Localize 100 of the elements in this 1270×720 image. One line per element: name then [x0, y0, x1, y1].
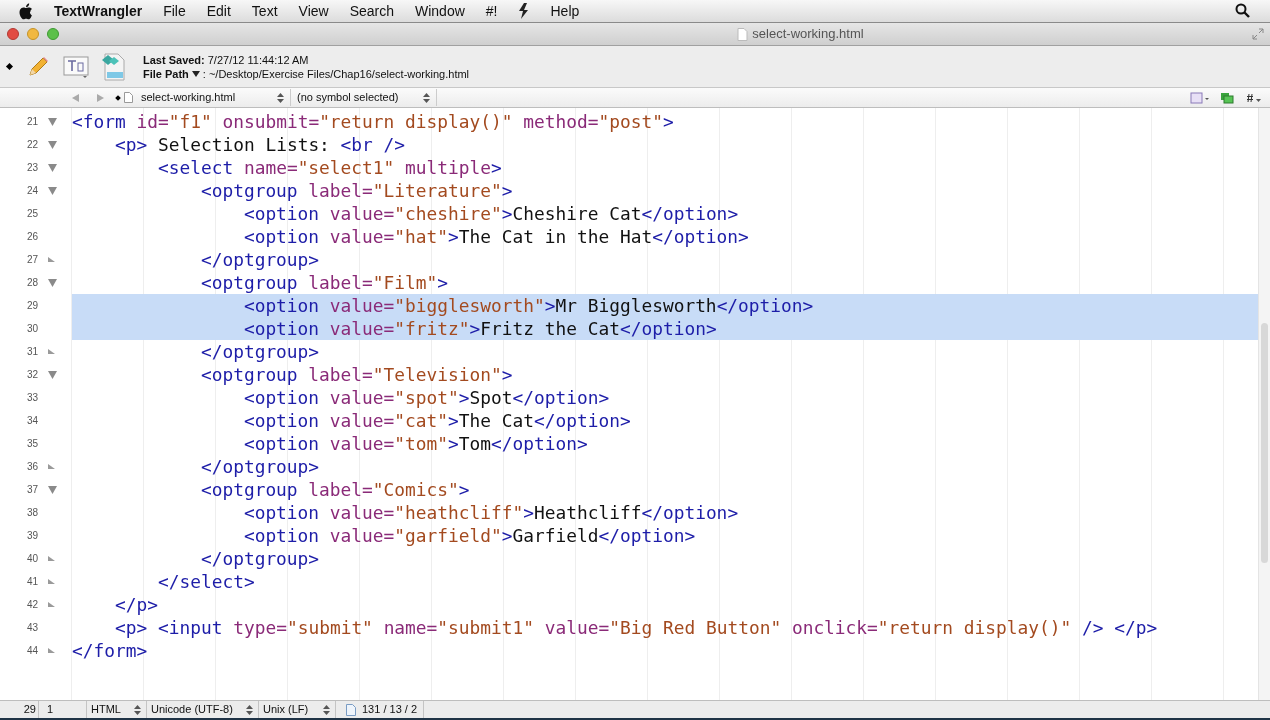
line-number: 21 — [25, 115, 39, 129]
menu-item[interactable]: Text — [251, 0, 278, 22]
line-number: 43 — [25, 621, 39, 635]
fold-end-icon[interactable] — [48, 579, 55, 584]
menu-item[interactable]: Window — [415, 0, 465, 22]
back-arrow-icon[interactable] — [72, 93, 80, 102]
line-number: 37 — [25, 483, 39, 497]
fold-triangle-icon[interactable] — [48, 163, 57, 172]
code-line: <option value="spot">Spot</option> — [242, 386, 611, 409]
line-number: 31 — [25, 345, 39, 359]
code-line: <optgroup label="Literature"> — [199, 179, 514, 202]
zoom-button[interactable] — [47, 28, 59, 40]
fold-triangle-icon[interactable] — [48, 485, 57, 494]
fold-end-icon[interactable] — [48, 464, 55, 469]
line-number: 44 — [25, 644, 39, 658]
apple-menu-icon[interactable] — [18, 2, 33, 20]
line-number: 38 — [25, 506, 39, 520]
line-number: 23 — [25, 161, 39, 175]
line-number: 27 — [25, 253, 39, 267]
fold-triangle-icon[interactable] — [48, 117, 57, 126]
code-line: <optgroup label="Comics"> — [199, 478, 471, 501]
code-line: <option value="cheshire">Cheshire Cat</option> — [242, 202, 740, 225]
line-number: 24 — [25, 184, 39, 198]
fold-triangle-icon[interactable] — [48, 370, 57, 379]
fullscreen-icon[interactable] — [1252, 28, 1264, 40]
line-number-status: 29 — [0, 701, 39, 718]
script-menu-icon[interactable] — [518, 3, 530, 19]
window-title: select-working.html — [752, 25, 864, 44]
up-down-arrows-icon[interactable] — [277, 92, 284, 103]
scroll-bar[interactable] — [1258, 108, 1270, 700]
encoding-menu[interactable]: Unicode (UTF-8) — [147, 701, 259, 718]
fold-end-icon[interactable] — [48, 602, 55, 607]
line-number: 42 — [25, 598, 39, 612]
code-line: <option value="tom">Tom</option> — [242, 432, 589, 455]
code-line: <option value="cat">The Cat</option> — [242, 409, 632, 432]
code-line: <option value="heathcliff">Heathcliff</option> — [242, 501, 740, 524]
line-number: 39 — [25, 529, 39, 543]
file-path-value: ~/Desktop/Exercise Files/Chap16/select-working.html — [208, 66, 470, 81]
line-number: 32 — [25, 368, 39, 382]
code-line: </optgroup> — [199, 248, 321, 271]
line-number: 26 — [25, 230, 39, 244]
file-popup-menu[interactable]: select-working.html — [141, 89, 291, 106]
code-line: <option value="garfield">Garfield</option> — [242, 524, 697, 547]
line-number: 36 — [25, 460, 39, 474]
fold-triangle-icon[interactable] — [48, 278, 57, 287]
forward-arrow-icon[interactable] — [96, 93, 104, 102]
fold-end-icon[interactable] — [48, 648, 55, 653]
line-number: 40 — [25, 552, 39, 566]
caret-icon[interactable] — [191, 70, 200, 77]
fold-triangle-icon[interactable] — [48, 140, 57, 149]
menu-item[interactable]: View — [298, 0, 329, 22]
code-line: </optgroup> — [199, 547, 321, 570]
code-line: <option value="hat">The Cat in the Hat</option> — [242, 225, 750, 248]
menu-item[interactable]: #! — [485, 0, 498, 22]
last-saved-value: 7/27/12 11:44:12 AM — [207, 52, 309, 67]
code-line: <select name="select1" multiple> — [156, 156, 503, 179]
menu-item[interactable]: File — [163, 0, 186, 22]
code-line: </select> — [156, 570, 256, 593]
code-line: </optgroup> — [199, 455, 321, 478]
menu-item[interactable]: Search — [349, 0, 394, 22]
document-counts: 131 / 13 / 2 — [362, 701, 425, 718]
text-options-icon[interactable] — [63, 54, 89, 79]
code-line: <p> <input type="submit" name="submit1" value="Big Red Button" onclick="return display()" /> </p> — [114, 616, 1159, 639]
search-icon[interactable] — [1235, 3, 1250, 18]
document-icon — [346, 703, 356, 716]
fold-end-icon[interactable] — [48, 349, 55, 354]
line-number: 35 — [25, 437, 39, 451]
menu-item[interactable]: Edit — [206, 0, 231, 22]
menu-item[interactable]: Help — [550, 0, 580, 22]
pencil-icon[interactable] — [26, 54, 50, 79]
code-line: <optgroup label="Television"> — [199, 363, 514, 386]
up-down-arrows-icon[interactable] — [246, 704, 253, 715]
hash-menu-icon[interactable] — [1246, 91, 1262, 104]
code-line: </optgroup> — [199, 340, 321, 363]
symbol-popup-menu[interactable]: (no symbol selected) — [297, 89, 437, 106]
up-down-arrows-icon[interactable] — [134, 704, 141, 715]
language-menu[interactable]: HTML — [87, 701, 147, 718]
windows-icon[interactable] — [1220, 91, 1234, 104]
line-number: 28 — [25, 276, 39, 290]
line-number: 22 — [25, 138, 39, 152]
code-line: </form> — [72, 639, 149, 662]
file-path-separator: : — [202, 66, 206, 81]
last-saved-label: Last Saved: — [143, 52, 205, 67]
up-down-arrows-icon[interactable] — [423, 92, 430, 103]
scroll-thumb[interactable] — [1261, 323, 1268, 563]
line-endings-menu[interactable]: Unix (LF) — [259, 701, 336, 718]
code-line: <optgroup label="Film"> — [199, 271, 450, 294]
minimize-button[interactable] — [27, 28, 39, 40]
close-button[interactable] — [7, 28, 19, 40]
fold-triangle-icon[interactable] — [48, 186, 57, 195]
fold-end-icon[interactable] — [48, 556, 55, 561]
line-number: 41 — [25, 575, 39, 589]
app-menu[interactable]: TextWrangler — [54, 0, 143, 22]
line-number: 29 — [25, 299, 39, 313]
file-path-label[interactable]: File Path — [143, 66, 189, 81]
document-info-icon[interactable] — [1190, 91, 1210, 104]
fold-end-icon[interactable] — [48, 257, 55, 262]
up-down-arrows-icon[interactable] — [323, 704, 330, 715]
line-number: 25 — [25, 207, 39, 221]
code-line: </p> — [114, 593, 159, 616]
